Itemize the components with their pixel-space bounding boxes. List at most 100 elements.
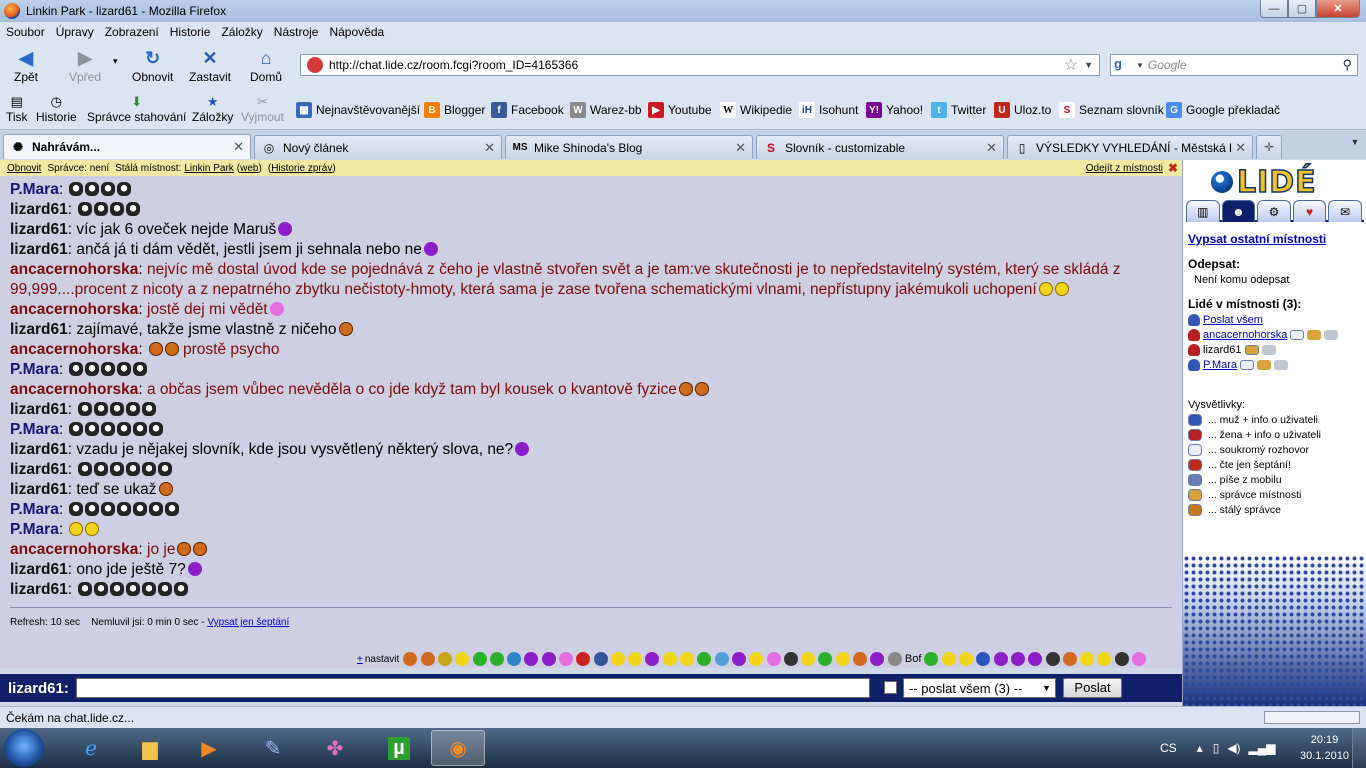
language-indicator[interactable]: CS: [1160, 741, 1177, 755]
bof-smiley[interactable]: Bof: [905, 653, 922, 665]
bookmark-blogger[interactable]: B Blogger: [424, 102, 485, 118]
camera-icon[interactable]: [1274, 360, 1289, 370]
search-bar[interactable]: g ▼ Google ⚲: [1110, 54, 1358, 76]
smiley-option-icon[interactable]: [403, 652, 418, 666]
female-user-icon[interactable]: [1188, 329, 1200, 341]
smiley-option-icon[interactable]: [1097, 652, 1112, 666]
history-dropdown[interactable]: ▾: [113, 56, 118, 67]
bookmark-ulozto[interactable]: U Uloz.to: [994, 102, 1051, 118]
message-author[interactable]: lizard61: [10, 201, 68, 218]
user-row[interactable]: ancacernohorska: [1188, 329, 1364, 341]
smiley-option-icon[interactable]: [1028, 652, 1043, 666]
smiley-option-icon[interactable]: [783, 652, 798, 666]
smiley-option-icon[interactable]: [924, 652, 939, 666]
close-tab-icon[interactable]: ✕: [484, 140, 495, 156]
message-input[interactable]: [76, 678, 870, 698]
bookmark-youtube[interactable]: ▶ Youtube: [648, 102, 712, 118]
smiley-option-icon[interactable]: [749, 652, 764, 666]
url-dropdown-icon[interactable]: ▼: [1084, 60, 1093, 70]
message-author[interactable]: ancacernohorska: [10, 381, 138, 398]
tab-linkin-park[interactable]: ✺ Nahrávám... ✕: [3, 134, 251, 159]
smiley-option-icon[interactable]: [455, 652, 470, 666]
cut-button[interactable]: ✂ Vyjmout: [241, 94, 284, 124]
smiley-option-icon[interactable]: [541, 652, 556, 666]
engine-dropdown-icon[interactable]: ▼: [1136, 61, 1144, 70]
site-identity-icon[interactable]: [307, 57, 323, 73]
firefox-taskbar-icon[interactable]: ◉: [431, 730, 485, 766]
list-other-rooms-link[interactable]: Vypsat ostatní místnosti: [1188, 232, 1326, 246]
whispers-only-link[interactable]: Vypsat jen šeptání: [207, 617, 289, 628]
room-name-link[interactable]: Linkin Park: [184, 163, 233, 174]
menu-history[interactable]: Historie: [170, 25, 211, 39]
close-tab-icon[interactable]: ✕: [735, 140, 746, 156]
print-button[interactable]: ▤ Tisk: [6, 94, 28, 124]
smiley-option-icon[interactable]: [941, 652, 956, 666]
close-window-button[interactable]: ✕: [1316, 0, 1360, 18]
menu-file[interactable]: Soubor: [6, 25, 45, 39]
message-history-link[interactable]: Historie zpráv: [271, 163, 332, 174]
bookmarks-button[interactable]: ★ Záložky: [192, 94, 233, 124]
message-author[interactable]: ancacernohorska: [10, 541, 138, 558]
bookmark-google-translate[interactable]: G Google překladač: [1166, 102, 1280, 118]
speech-tab-icon[interactable]: ✉: [1328, 200, 1362, 222]
smiley-option-icon[interactable]: [887, 652, 902, 666]
search-icon[interactable]: ⚲: [1342, 57, 1352, 73]
smiley-option-icon[interactable]: [420, 652, 435, 666]
user-row[interactable]: lizard61: [1188, 344, 1364, 356]
new-tab-button[interactable]: ✛: [1256, 135, 1282, 159]
leave-room-icon[interactable]: ✖: [1168, 161, 1178, 175]
message-author[interactable]: lizard61: [10, 581, 68, 598]
bookmark-yahoo[interactable]: Y! Yahoo!: [866, 102, 923, 118]
smiley-option-icon[interactable]: [507, 652, 522, 666]
smiley-option-icon[interactable]: [731, 652, 746, 666]
smiley-option-icon[interactable]: [628, 652, 643, 666]
smiley-option-icon[interactable]: [1062, 652, 1077, 666]
smiley-option-icon[interactable]: [524, 652, 539, 666]
tab-slovnik[interactable]: S Slovník - customizable ✕: [756, 135, 1004, 159]
smiley-option-icon[interactable]: [472, 652, 487, 666]
user-name[interactable]: ancacernohorska: [1203, 329, 1287, 341]
maximize-button[interactable]: ▢: [1288, 0, 1316, 18]
smiley-option-icon[interactable]: [662, 652, 677, 666]
show-desktop-button[interactable]: [1352, 728, 1366, 768]
message-author[interactable]: P.Mara: [10, 361, 59, 378]
smiley-settings-label[interactable]: nastavit: [365, 654, 399, 665]
message-author[interactable]: P.Mara: [10, 501, 59, 518]
bookmark-most-visited[interactable]: ▦ Nejnavštěvovanější: [296, 102, 420, 118]
smiley-option-icon[interactable]: [993, 652, 1008, 666]
smiley-option-icon[interactable]: [437, 652, 452, 666]
user-name[interactable]: lizard61: [1203, 344, 1242, 356]
message-author[interactable]: lizard61: [10, 461, 68, 478]
tool-app-icon[interactable]: ✎: [246, 730, 300, 766]
user-name[interactable]: P.Mara: [1203, 359, 1237, 371]
messenger-icon[interactable]: ✤: [308, 730, 362, 766]
close-tab-icon[interactable]: ✕: [1235, 140, 1246, 156]
message-author[interactable]: lizard61: [10, 241, 68, 258]
smiley-option-icon[interactable]: [610, 652, 625, 666]
smiley-option-icon[interactable]: [959, 652, 974, 666]
bookmark-isohunt[interactable]: iH Isohunt: [799, 102, 858, 118]
message-author[interactable]: ancacernohorska: [10, 261, 138, 278]
settings-tab-icon[interactable]: ⚙: [1257, 200, 1291, 222]
private-chat-icon[interactable]: [1290, 330, 1305, 340]
close-tab-icon[interactable]: ✕: [986, 140, 997, 156]
camera-icon[interactable]: [1261, 345, 1276, 355]
menu-help[interactable]: Nápověda: [329, 25, 384, 39]
tab-new-article[interactable]: ◎ Nový článek ✕: [254, 135, 502, 159]
smiley-option-icon[interactable]: [1045, 652, 1060, 666]
message-author[interactable]: lizard61: [10, 401, 68, 418]
leave-room-link[interactable]: Odejít z místnosti: [1086, 163, 1163, 174]
bookmark-warez[interactable]: W Warez-bb: [570, 102, 642, 118]
smiley-option-icon[interactable]: [766, 652, 781, 666]
bookmark-twitter[interactable]: t Twitter: [931, 102, 986, 118]
smiley-option-icon[interactable]: [1132, 652, 1146, 666]
message-author[interactable]: lizard61: [10, 561, 68, 578]
admin-icon[interactable]: [1244, 345, 1259, 355]
volume-icon[interactable]: ◀): [1227, 741, 1240, 755]
hearts-tab-icon[interactable]: ♥: [1292, 200, 1327, 222]
smiley-option-icon[interactable]: [976, 652, 991, 666]
home-button[interactable]: ⌂ Domů: [250, 46, 282, 85]
message-author[interactable]: ancacernohorska: [10, 301, 138, 318]
smiley-option-icon[interactable]: [818, 652, 833, 666]
room-web-link[interactable]: web: [240, 163, 258, 174]
